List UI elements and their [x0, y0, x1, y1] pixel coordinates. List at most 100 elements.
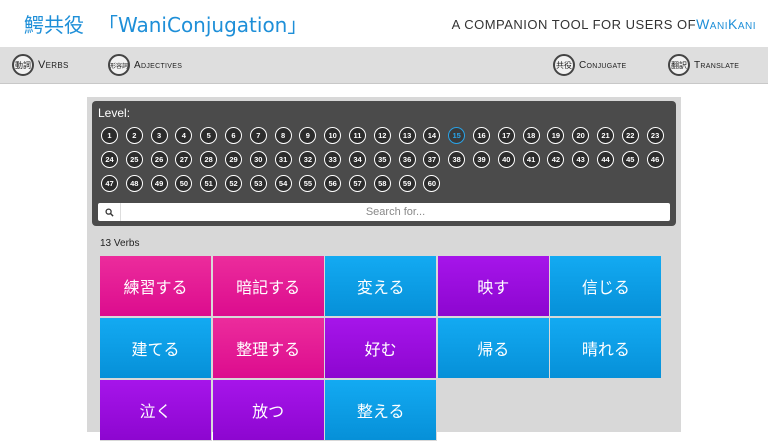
level-55-button[interactable]: 55 — [299, 175, 317, 193]
level-7-button[interactable]: 7 — [249, 127, 267, 144]
level-39-button[interactable]: 39 — [473, 151, 490, 169]
level-13-button[interactable]: 13 — [398, 127, 416, 144]
level-47-button[interactable]: 47 — [101, 175, 118, 193]
level-45-button[interactable]: 45 — [621, 151, 639, 169]
verb-card[interactable]: 整理する — [212, 318, 325, 379]
verb-card[interactable]: 信じる — [550, 256, 663, 317]
level-54-button[interactable]: 54 — [274, 175, 292, 193]
result-count: 13 Verbs — [100, 238, 140, 249]
level-51-button[interactable]: 51 — [200, 175, 218, 193]
level-41-button[interactable]: 41 — [522, 151, 540, 169]
level-59-button[interactable]: 59 — [398, 175, 416, 193]
verb-card[interactable]: 建てる — [100, 318, 212, 379]
level-34-button[interactable]: 34 — [349, 151, 366, 169]
level-33-button[interactable]: 33 — [324, 151, 342, 169]
nav-verbs-button[interactable]: 動詞 Verbs — [12, 52, 69, 78]
level-49-button[interactable]: 49 — [150, 175, 168, 193]
level-60-button[interactable]: 60 — [423, 175, 441, 193]
level-3-button[interactable]: 3 — [150, 127, 168, 144]
verb-card-label: 泣く — [139, 402, 172, 421]
level-20-button[interactable]: 20 — [572, 127, 590, 144]
logo-bracket-close: 」 — [287, 13, 308, 37]
level-18-button[interactable]: 18 — [522, 127, 540, 144]
nav-bar: 動詞 Verbs 形容詞 Adjectives 共役 Conjugate 翻訳 … — [0, 47, 768, 84]
verb-card-label: 信じる — [581, 278, 630, 297]
level-5-button[interactable]: 5 — [200, 127, 218, 144]
level-8-button[interactable]: 8 — [274, 127, 292, 144]
level-14-button[interactable]: 14 — [423, 127, 441, 144]
level-42-button[interactable]: 42 — [547, 151, 565, 169]
level-50-button[interactable]: 50 — [175, 175, 193, 193]
level-4-button[interactable]: 4 — [175, 127, 193, 144]
level-16-button[interactable]: 16 — [473, 127, 490, 144]
level-10-button[interactable]: 10 — [324, 127, 342, 144]
level-44-button[interactable]: 44 — [597, 151, 614, 169]
verb-grid: 練習する 暗記する 変える 映す 信じる建てる 整理する 好む 帰る 晴れる泣く 放つ 整える — [100, 256, 663, 441]
level-52-button[interactable]: 52 — [225, 175, 242, 193]
verb-card-label: 帰る — [477, 340, 510, 359]
level-11-button[interactable]: 11 — [349, 127, 366, 144]
level-56-button[interactable]: 56 — [324, 175, 342, 193]
level-1-button[interactable]: 1 — [101, 127, 118, 144]
verbs-icon: 動詞 — [12, 54, 34, 76]
level-43-button[interactable]: 43 — [572, 151, 590, 169]
level-32-button[interactable]: 32 — [299, 151, 317, 169]
level-35-button[interactable]: 35 — [373, 151, 391, 169]
search-button[interactable] — [98, 203, 121, 221]
level-15-button[interactable]: 15 — [448, 127, 466, 144]
verb-card[interactable]: 練習する — [100, 256, 212, 317]
logo-kanji: 鰐共役 — [24, 13, 84, 37]
verb-card[interactable]: 映す — [437, 256, 550, 317]
level-25-button[interactable]: 25 — [125, 151, 143, 169]
verb-card-label: 練習する — [123, 278, 188, 297]
nav-adjectives-button[interactable]: 形容詞 Adjectives — [108, 52, 182, 78]
verb-card[interactable]: 暗記する — [212, 256, 325, 317]
nav-conjugate-button[interactable]: 共役 Conjugate — [553, 52, 627, 78]
verb-card[interactable]: 変える — [325, 256, 438, 317]
tagline-prefix: A COMPANION TOOL FOR USERS OF — [451, 17, 697, 32]
wanikani-link[interactable]: WaniKani — [696, 16, 756, 32]
verb-card-label: 整理する — [236, 340, 301, 359]
app-logo[interactable]: 鰐共役 「WaniConjugation」 — [24, 9, 307, 38]
level-37-button[interactable]: 37 — [423, 151, 441, 169]
level-57-button[interactable]: 57 — [349, 175, 366, 193]
app-header: 鰐共役 「WaniConjugation」 A COMPANION TOOL FO… — [0, 0, 768, 46]
verb-card-label: 映す — [477, 278, 510, 297]
logo-text: WaniConjugation — [118, 13, 288, 37]
level-38-button[interactable]: 38 — [448, 151, 466, 169]
verb-card[interactable]: 好む — [325, 318, 438, 379]
level-58-button[interactable]: 58 — [373, 175, 391, 193]
tagline: A COMPANION TOOL FOR USERS OFWaniKani — [452, 16, 756, 32]
level-46-button[interactable]: 46 — [646, 151, 664, 169]
level-filter: Level: 1 2 3 4 5 6 7 8 9 10 11 12 13 14 15 16 17 18 19 20 21… — [92, 101, 676, 226]
level-53-button[interactable]: 53 — [249, 175, 267, 193]
level-28-button[interactable]: 28 — [200, 151, 218, 169]
level-9-button[interactable]: 9 — [299, 127, 317, 144]
level-36-button[interactable]: 36 — [398, 151, 416, 169]
level-30-button[interactable]: 30 — [249, 151, 267, 169]
level-22-button[interactable]: 22 — [621, 127, 639, 144]
level-23-button[interactable]: 23 — [646, 127, 664, 144]
nav-verbs-label: Verbs — [38, 59, 69, 71]
level-24-button[interactable]: 24 — [101, 151, 118, 169]
level-21-button[interactable]: 21 — [597, 127, 614, 144]
verb-card[interactable]: 晴れる — [550, 318, 663, 379]
level-2-button[interactable]: 2 — [125, 127, 143, 144]
level-27-button[interactable]: 27 — [175, 151, 193, 169]
level-31-button[interactable]: 31 — [274, 151, 292, 169]
nav-translate-button[interactable]: 翻訳 Translate — [668, 52, 739, 78]
search-input[interactable] — [121, 203, 670, 221]
level-17-button[interactable]: 17 — [497, 127, 515, 144]
verb-card-label: 晴れる — [581, 340, 630, 359]
level-19-button[interactable]: 19 — [547, 127, 565, 144]
verb-card-label: 整える — [356, 402, 405, 421]
level-40-button[interactable]: 40 — [497, 151, 515, 169]
level-6-button[interactable]: 6 — [225, 127, 242, 144]
level-26-button[interactable]: 26 — [150, 151, 168, 169]
level-29-button[interactable]: 29 — [225, 151, 242, 169]
verb-card[interactable]: 帰る — [437, 318, 550, 379]
verb-card-label: 放つ — [252, 402, 285, 421]
level-48-button[interactable]: 48 — [125, 175, 143, 193]
level-12-button[interactable]: 12 — [373, 127, 391, 144]
search-bar — [98, 203, 670, 221]
